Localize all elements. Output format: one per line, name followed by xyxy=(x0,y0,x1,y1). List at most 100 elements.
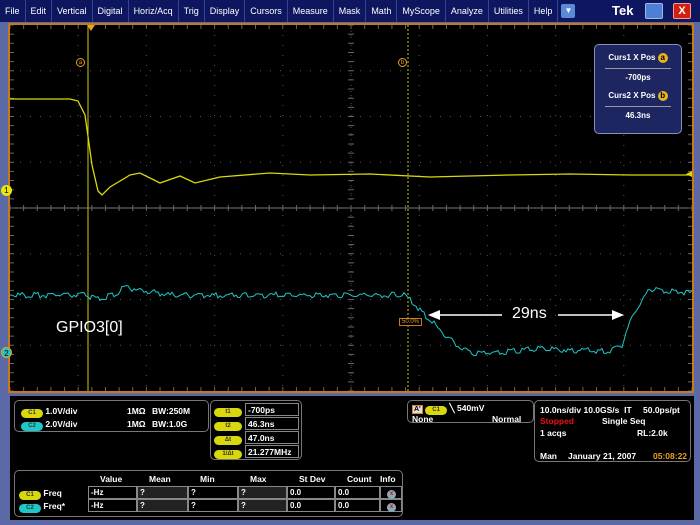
menu-myscope[interactable]: MyScope xyxy=(397,0,446,22)
measure-cell: 0.0 xyxy=(335,499,380,512)
cursor-value: -700ps xyxy=(245,403,299,416)
measure-info[interactable]: x xyxy=(380,499,402,512)
timebase: 10.0ns/div xyxy=(540,405,582,415)
column-header: Max xyxy=(250,474,267,484)
cursor-value: 46.3ns xyxy=(245,417,299,430)
measure-channel-pill[interactable]: C1 xyxy=(19,491,41,500)
trigger-panel[interactable]: A' C1 ╲ 540mV None Normal xyxy=(407,400,534,424)
measure-cell: ? xyxy=(238,499,287,512)
measure-cell: -Hz xyxy=(88,486,137,499)
info-icon[interactable]: x xyxy=(387,503,396,512)
record-length: RL:2.0k xyxy=(637,428,668,438)
cursor-a-icon: a xyxy=(657,53,668,63)
menu-display[interactable]: Display xyxy=(205,0,246,22)
column-header: Mean xyxy=(149,474,171,484)
sample-rate: 10.0GS/s xyxy=(583,405,620,415)
measure-cell: -Hz xyxy=(88,499,137,512)
menu-digital[interactable]: Digital xyxy=(93,0,129,22)
measure-row: C1 Freq xyxy=(19,488,62,500)
ch1-ground-marker[interactable]: 1 xyxy=(1,185,12,196)
measure-cell: 0.0 xyxy=(287,486,335,499)
measure-name: Freq xyxy=(43,488,62,498)
trigger-source-badge: A' xyxy=(412,405,423,414)
measure-info[interactable]: x xyxy=(380,486,402,499)
menu-utilities[interactable]: Utilities xyxy=(489,0,529,22)
cursor-row: Δt xyxy=(214,433,242,445)
menu-bar: File Edit Vertical Digital Horiz/Acq Tri… xyxy=(0,0,700,22)
measure-channel-pill[interactable]: C2 xyxy=(19,504,41,513)
cursor-value: 47.0ns xyxy=(245,431,299,444)
menu-math[interactable]: Math xyxy=(366,0,398,22)
menu-edit[interactable]: Edit xyxy=(26,0,53,22)
sequence-mode: Single Seq xyxy=(602,416,646,426)
cursor-pill: t1 xyxy=(214,408,242,417)
close-button[interactable]: X xyxy=(673,3,691,19)
waveform-display[interactable]: GPIO3[0] 29ns 50.0% a b xyxy=(8,23,694,393)
ch2-scale[interactable]: 2.0V/div xyxy=(45,419,77,429)
curs2-label: Curs2 X Pos xyxy=(608,91,656,100)
signal-label: GPIO3[0] xyxy=(56,319,123,336)
level-marker: 50.0% xyxy=(399,318,423,326)
cursor-a-marker[interactable]: a xyxy=(76,58,85,67)
column-header: Value xyxy=(100,474,123,484)
menu-cursors[interactable]: Cursors xyxy=(245,0,288,22)
menu-trig[interactable]: Trig xyxy=(179,0,205,22)
measure-cell: ? xyxy=(188,499,238,512)
column-header: St Dev xyxy=(299,474,326,484)
cursor-b-icon: b xyxy=(657,91,668,101)
info-icon[interactable]: x xyxy=(387,490,396,499)
cursor-b-marker[interactable]: b xyxy=(398,58,407,67)
curs1-value: -700ps xyxy=(625,73,651,82)
ch2-bandwidth: BW:1.0G xyxy=(152,419,188,429)
measure-cell: ? xyxy=(238,486,287,499)
ch1-bandwidth: BW:250M xyxy=(152,406,191,416)
channel-settings-panel: C1 1.0V/div 1MΩ BW:250M C2 2.0V/div 1MΩ … xyxy=(14,400,209,432)
date: January 21, 2007 xyxy=(568,451,637,461)
ch2-ground-marker[interactable]: 2 xyxy=(1,347,12,358)
menu-help[interactable]: Help xyxy=(529,0,559,22)
status-area: C1 1.0V/div 1MΩ BW:250M C2 2.0V/div 1MΩ … xyxy=(10,396,694,520)
arrow-right-icon xyxy=(612,310,624,320)
duration-label: 29ns xyxy=(512,305,547,322)
brand-logo: Tek xyxy=(612,3,634,18)
trigger-level: 540mV xyxy=(456,403,485,413)
column-header: Min xyxy=(200,474,215,484)
menu-measure[interactable]: Measure xyxy=(288,0,334,22)
menu-file[interactable]: File xyxy=(0,0,26,22)
curs1-label: Curs1 X Pos xyxy=(608,53,656,62)
cursor-values-panel: t1 -700ps t2 46.3ns Δt 47.0ns 1/Δt 21.277MHz xyxy=(210,400,302,460)
ch2-impedance: 1MΩ xyxy=(127,419,146,429)
cursor-row: 1/Δt xyxy=(214,447,242,459)
resolution: 50.0ps/pt xyxy=(643,405,680,415)
cursor-value: 21.277MHz xyxy=(245,445,299,458)
trigger-coupling: None xyxy=(412,414,434,424)
falling-edge-icon: ╲ xyxy=(449,403,455,413)
menu-analyze[interactable]: Analyze xyxy=(446,0,489,22)
acquisition-panel[interactable]: 10.0ns/div 10.0GS/s IT 50.0ps/pt Stopped… xyxy=(534,400,691,462)
menu-dropdown-icon[interactable]: ▼ xyxy=(561,4,576,18)
cursor-pill: Δt xyxy=(214,436,242,445)
cursor-pill: t2 xyxy=(214,422,242,431)
ch1-pill[interactable]: C1 xyxy=(21,409,43,418)
column-header: Count xyxy=(347,474,372,484)
measure-cell: ? xyxy=(137,486,188,499)
measure-cell: ? xyxy=(188,486,238,499)
measure-name: Freq* xyxy=(43,501,66,511)
menu-vertical[interactable]: Vertical xyxy=(52,0,93,22)
measure-cell: ? xyxy=(137,499,188,512)
cursor-row: t1 xyxy=(214,405,242,417)
curs2-value: 46.3ns xyxy=(625,111,651,120)
ch2-pill[interactable]: C2 xyxy=(21,422,43,431)
measure-row: C2 Freq* xyxy=(19,501,65,513)
menu-horiz-acq[interactable]: Horiz/Acq xyxy=(129,0,179,22)
minimize-button[interactable] xyxy=(645,3,663,19)
menu-mask[interactable]: Mask xyxy=(334,0,367,22)
ch1-scale[interactable]: 1.0V/div xyxy=(45,406,77,416)
measure-cell: 0.0 xyxy=(287,499,335,512)
interp-mode: IT xyxy=(624,405,632,415)
trigger-mode: Normal xyxy=(492,414,522,424)
acq-count: 1 acqs xyxy=(540,428,567,438)
horizontal-mode: Man xyxy=(540,451,557,461)
cursor-readout-panel: Curs1 X Pos a -700ps Curs2 X Pos b 46.3n… xyxy=(594,44,682,134)
cursor-pill: 1/Δt xyxy=(214,450,242,459)
